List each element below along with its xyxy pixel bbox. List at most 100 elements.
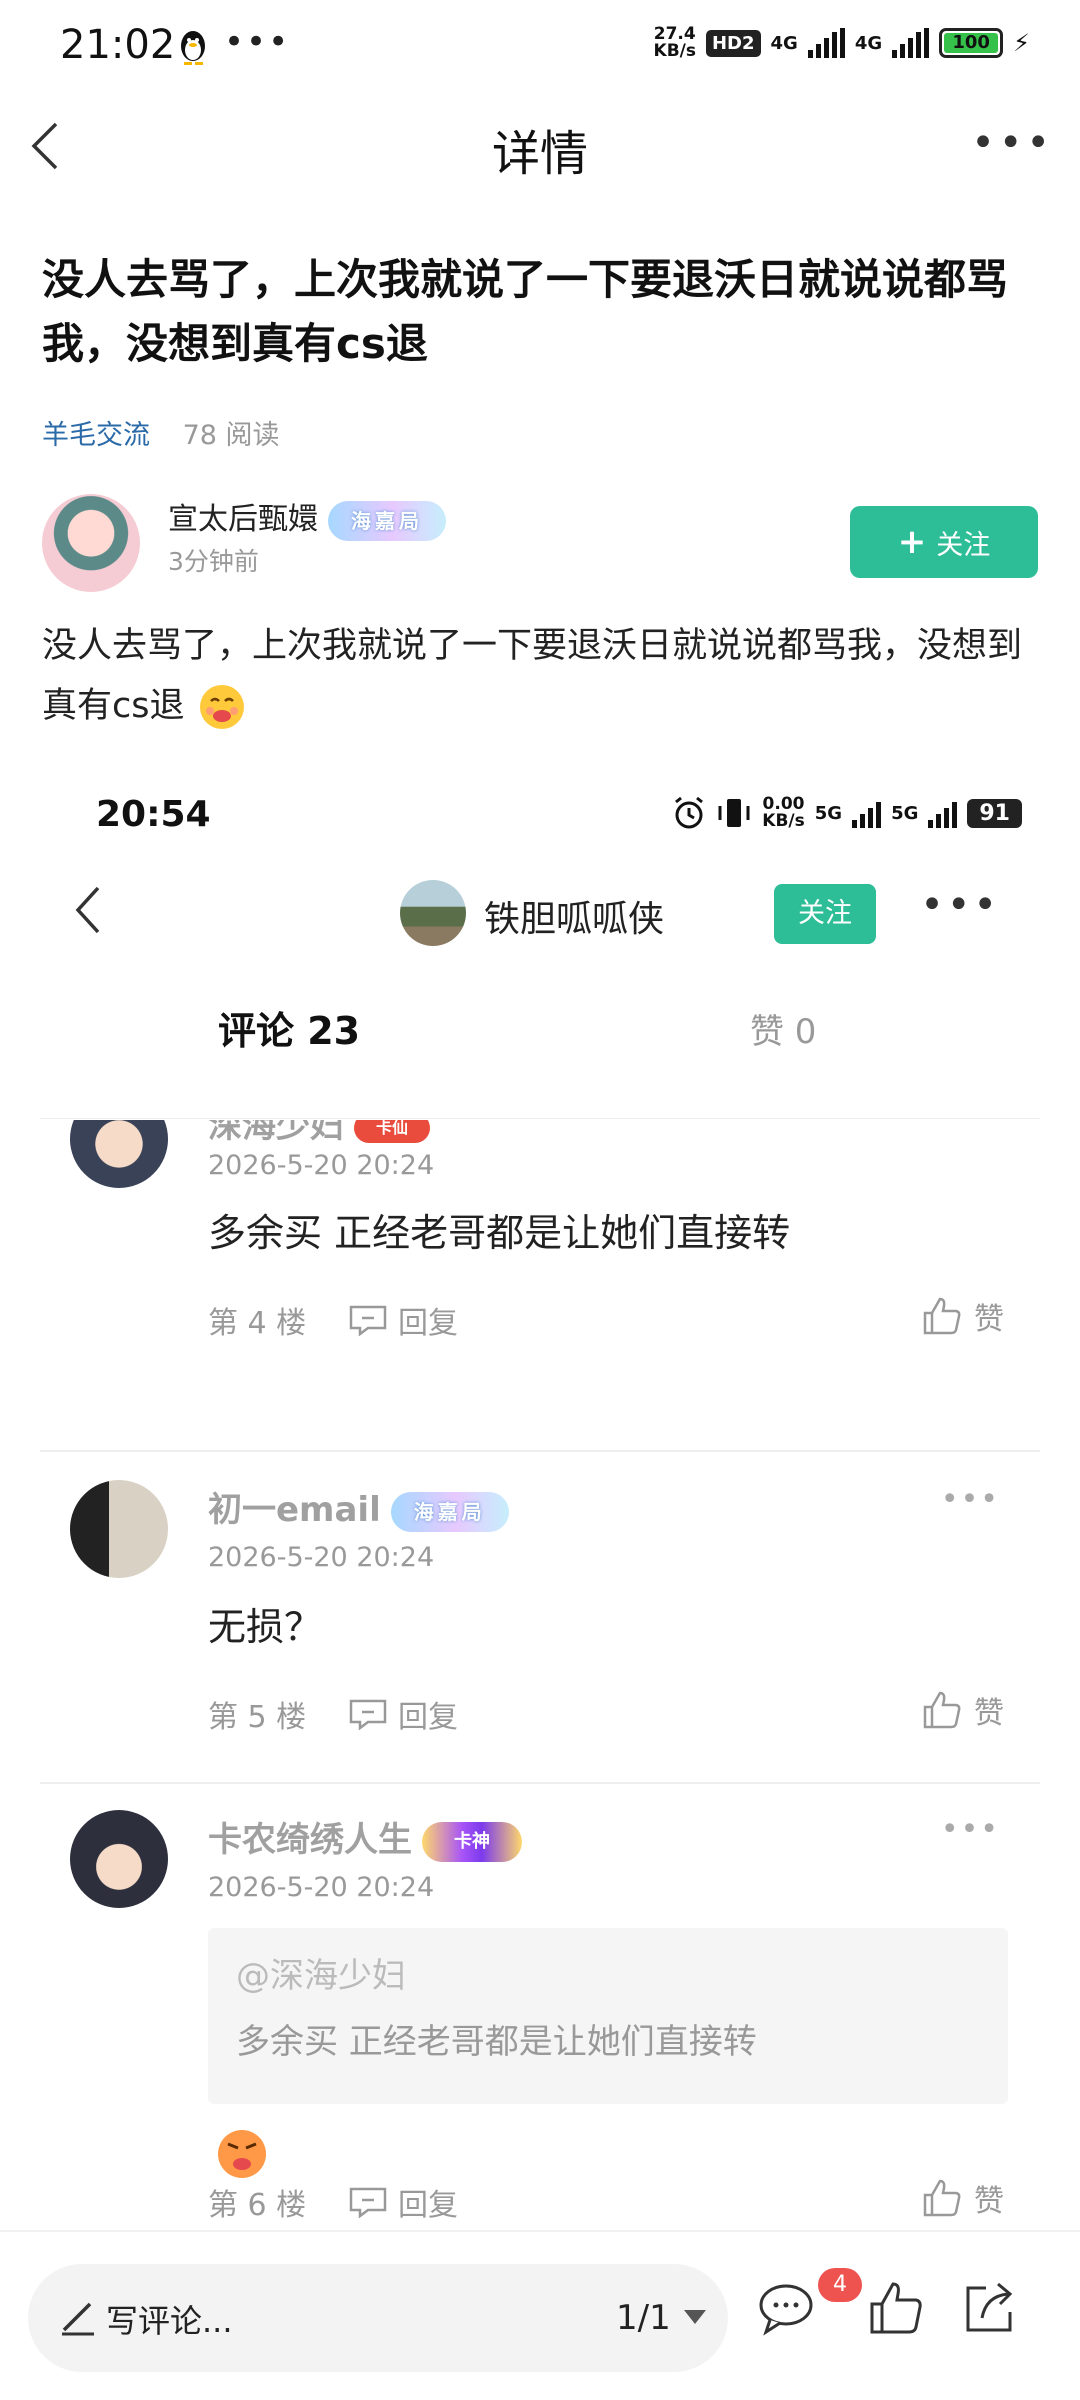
back-arrow-icon [75, 886, 100, 934]
commenter-avatar [70, 1480, 168, 1578]
nav-bar: 详情 ••• [0, 96, 1080, 196]
screenshot-time: 20:54 [96, 794, 211, 835]
comment-time: 2026-5-20 20:24 [208, 1542, 435, 1573]
screenshot-network-type-2: 5G [891, 802, 919, 824]
author-name[interactable]: 宣太后甄嬛 [168, 502, 318, 537]
user-badge: 卡神 [422, 1821, 522, 1862]
drooling-face-emoji-icon [199, 685, 244, 729]
comment-time: 2026-5-20 20:24 [208, 1150, 435, 1181]
post-category-tag[interactable]: 羊毛交流 [42, 420, 150, 451]
hd-voice-icon: HD2 [705, 29, 761, 57]
screenshot-status-icons: 0.00 KB/s 5G 5G 91 [672, 796, 1022, 830]
screenshot-tabs: 评论 23 赞 0 [40, 990, 1040, 1090]
user-badge: 海嘉局 [390, 1491, 509, 1532]
page-name: 铁胆呱呱侠 [484, 899, 665, 940]
post-meta: 羊毛交流 78 阅读 [42, 413, 280, 452]
author-row: 宣太后甄嬛 海嘉局 3分钟前 + 关注 [42, 494, 1038, 604]
comment-item: 初一email 海嘉局 ••• 2026-5-20 20:24 无损？ 第 5 楼… [40, 1460, 1040, 1790]
signal-icon [928, 798, 958, 828]
commenter-name: 初一email [208, 1490, 381, 1530]
post-body-text: 没人去骂了，上次我就说了一下要退沃日就说说都骂我，没想到真有cs退 [42, 626, 1023, 726]
comment-text: 多余买 正经老哥都是让她们直接转 [208, 1211, 791, 1255]
commenter-name: 卡农绮绣人生 [208, 1820, 412, 1860]
reply-button: 回复 [348, 1298, 458, 1342]
thumbs-up-icon[interactable] [866, 2278, 926, 2338]
pen-icon [62, 2302, 94, 2336]
reply-button: 回复 [348, 2180, 458, 2224]
divider [40, 1782, 1040, 1784]
floor-number: 第 5 楼 [208, 1700, 307, 1735]
signal-icon [852, 798, 882, 828]
author-avatar[interactable] [42, 494, 140, 592]
user-badge: 卡仙 [354, 1120, 430, 1143]
status-bar: 21:02 ••• 27.4 KB/s HD2 4G 4G 100 ⚡ [0, 0, 1080, 96]
network-type-1: 4G [770, 32, 798, 54]
commenter-name-row: 初一email 海嘉局 [208, 1482, 509, 1532]
write-comment-input[interactable]: 写评论... 1/1 [28, 2264, 728, 2372]
screenshot-follow-button: 关注 [774, 884, 876, 944]
signal-icon [892, 28, 930, 58]
post-title: 没人去骂了，上次我就说了一下要退沃日就说说都骂我，没想到真有cs退 [42, 255, 1009, 368]
more-options-icon[interactable]: ••• [971, 120, 1054, 166]
net-speed: 27.4 KB/s [653, 24, 696, 61]
comment-item: 深海少妇 卡仙 2026-5-20 20:24 多余买 正经老哥都是让她们直接转 … [40, 1120, 1040, 1460]
battery-level: 100 [944, 33, 999, 53]
commenter-name: 深海少妇 [208, 1120, 344, 1146]
quoted-user: @深海少妇 [236, 1956, 406, 1996]
signal-icon [807, 28, 845, 58]
network-type-2: 4G [854, 32, 883, 54]
comment-bubble-icon[interactable] [756, 2278, 816, 2338]
tab-likes: 赞 0 [750, 1012, 817, 1052]
author-name-row[interactable]: 宣太后甄嬛 海嘉局 [168, 494, 446, 541]
page-avatar [400, 880, 466, 946]
post-body: 没人去骂了，上次我就说了一下要退沃日就说说都骂我，没想到真有cs退 [42, 616, 1042, 736]
reply-icon [349, 1699, 387, 1730]
comment-count-badge: 4 [818, 2268, 862, 2302]
reply-icon [349, 2187, 387, 2218]
post-time: 3分钟前 [168, 547, 259, 576]
plus-icon: + [897, 522, 927, 562]
follow-label: 关注 [936, 529, 991, 561]
thumbs-up-icon [923, 2179, 961, 2217]
bottom-action-bar: 写评论... 1/1 4 [0, 2230, 1080, 2400]
share-icon[interactable] [960, 2278, 1020, 2338]
like-button: 赞 [922, 1688, 1004, 1732]
floor-number: 第 6 楼 [208, 2188, 307, 2223]
follow-button[interactable]: + 关注 [850, 506, 1038, 578]
comment-time: 2026-5-20 20:24 [208, 1872, 435, 1903]
divider [40, 1118, 1040, 1119]
post-view-count: 78 阅读 [182, 420, 280, 451]
vibrate-icon [718, 799, 750, 827]
comment-text: 无损？ [208, 1605, 323, 1649]
embedded-screenshot[interactable]: 20:54 0.00 KB/s 5G 5G 91 铁胆呱呱侠 关注 ••• 评论… [40, 770, 1040, 2225]
thumbs-up-icon [923, 1691, 961, 1729]
divider [40, 1450, 1040, 1452]
page-title: 详情 [491, 126, 588, 182]
page-indicator[interactable]: 1/1 [616, 2298, 671, 2338]
author-badge: 海嘉局 [328, 500, 446, 541]
screenshot-net-speed: 0.00 KB/s [762, 794, 805, 831]
reply-button: 回复 [348, 1692, 458, 1736]
screenshot-status-bar: 20:54 0.00 KB/s 5G 5G 91 [40, 770, 1040, 860]
like-button: 赞 [922, 1294, 1004, 1338]
comment-item: 卡农绮绣人生 卡神 ••• 2026-5-20 20:24 @深海少妇 多余买 正… [40, 1790, 1040, 2223]
alarm-icon [675, 796, 704, 829]
quoted-text: 多余买 正经老哥都是让她们直接转 [236, 2022, 757, 2062]
write-comment-placeholder: 写评论... [106, 2302, 233, 2340]
page-dropdown-icon[interactable] [684, 2310, 706, 2324]
reply-icon [349, 1305, 387, 1336]
more-options-icon: ••• [920, 882, 1000, 928]
comment-more-icon: ••• [940, 1812, 1000, 1847]
comment-more-icon: ••• [940, 1482, 1000, 1517]
angry-face-emoji-icon [218, 2130, 266, 2178]
status-time: 21:02 [60, 22, 176, 68]
floor-number: 第 4 楼 [208, 1306, 307, 1341]
qq-penguin-icon [181, 31, 205, 65]
quoted-comment: @深海少妇 多余买 正经老哥都是让她们直接转 [208, 1928, 1008, 2104]
tab-comments: 评论 23 [218, 1009, 361, 1053]
charging-icon: ⚡ [1013, 29, 1030, 57]
commenter-avatar [70, 1120, 168, 1188]
like-button: 赞 [922, 2176, 1004, 2220]
screenshot-network-type-1: 5G [814, 802, 843, 824]
commenter-name-row: 深海少妇 卡仙 [208, 1120, 430, 1147]
